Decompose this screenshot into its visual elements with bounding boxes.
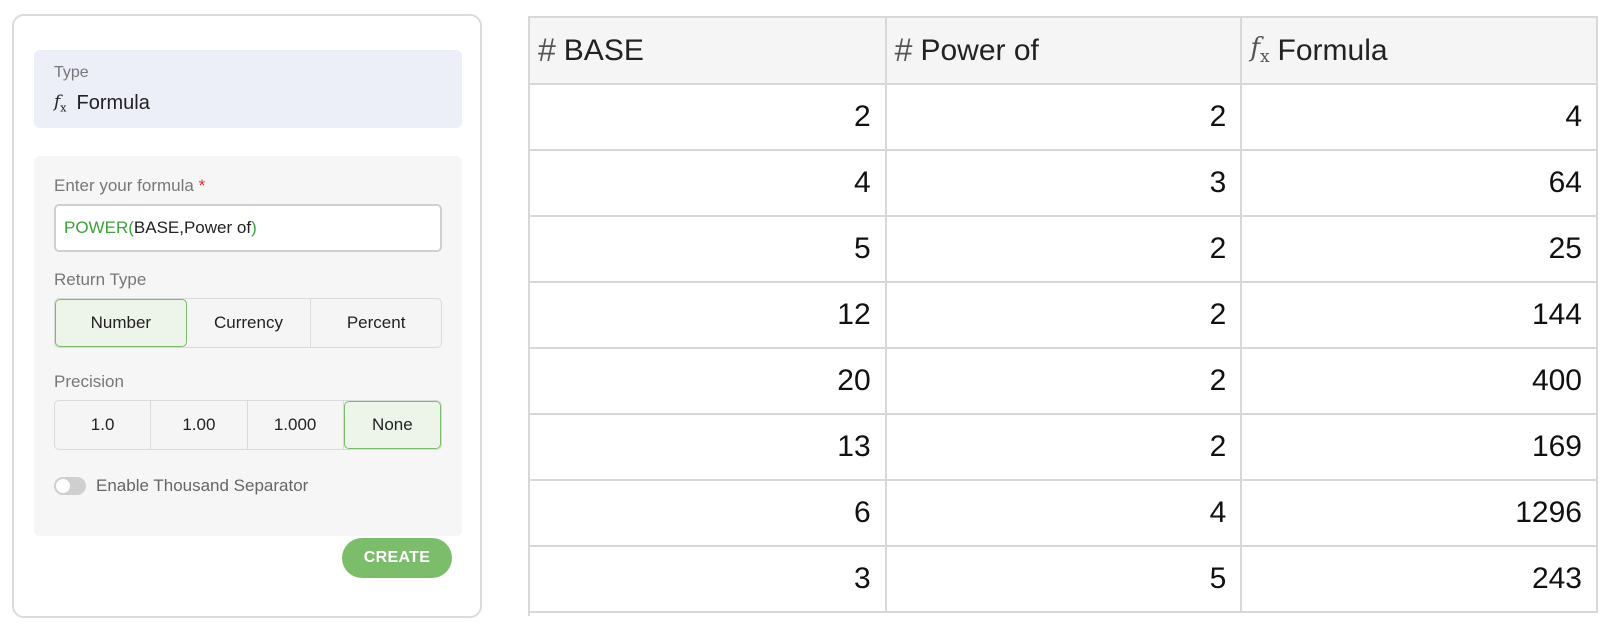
create-button[interactable]: CREATE [342, 538, 452, 578]
precision-none[interactable]: None [343, 401, 441, 449]
table-row: 6 4 1296 [530, 480, 1598, 547]
column-header-label: Formula [1277, 33, 1388, 67]
thousand-separator-label: Enable Thousand Separator [96, 476, 309, 495]
cell-formula[interactable]: 243 [1241, 546, 1598, 613]
cell-base[interactable]: 13 [530, 414, 887, 481]
table-row: 4 3 64 [530, 150, 1598, 217]
cell-base[interactable]: 4 [530, 150, 887, 217]
cell-formula[interactable]: 64 [1241, 150, 1598, 217]
column-header-label: BASE [563, 33, 644, 67]
table-row: 13 2 169 [530, 414, 1598, 481]
cell-base[interactable]: 5 [530, 216, 887, 283]
column-header-formula[interactable]: fx Formula [1241, 18, 1598, 85]
cell-base[interactable]: 6 [530, 480, 887, 547]
thousand-separator-row: Enable Thousand Separator [54, 476, 308, 496]
formula-fn-name: POWER( [64, 218, 134, 237]
cell-formula[interactable]: 400 [1241, 348, 1598, 415]
formula-label-text: Enter your formula [54, 176, 194, 195]
formula-input[interactable]: POWER( BASE,Power of ) [54, 204, 442, 252]
cell-power-of[interactable]: 2 [885, 414, 1243, 481]
cell-power-of[interactable]: 2 [885, 84, 1243, 151]
formula-options: Enter your formula * POWER( BASE,Power o… [34, 156, 462, 536]
precision-1-0[interactable]: 1.0 [55, 401, 152, 449]
type-label: Type [54, 64, 89, 81]
table-row: 2 2 4 [530, 84, 1598, 151]
column-header-label: Power of [920, 33, 1039, 67]
cell-base[interactable]: 20 [530, 348, 887, 415]
formula-icon: fx [1250, 33, 1270, 68]
data-table: # BASE # Power of fx Formula 2 2 4 4 3 6… [530, 18, 1598, 613]
cell-base[interactable]: 2 [530, 84, 887, 151]
required-mark: * [198, 176, 206, 195]
formula-icon: fx [54, 92, 67, 115]
type-selector[interactable]: Type fx Formula [34, 50, 462, 128]
cell-power-of[interactable]: 2 [885, 282, 1243, 349]
hash-icon: # [894, 32, 913, 68]
cell-base[interactable]: 3 [530, 546, 887, 613]
formula-close-paren: ) [251, 218, 257, 237]
precision-group: 1.0 1.00 1.000 None [54, 400, 442, 450]
cell-power-of[interactable]: 4 [885, 480, 1243, 547]
return-type-currency[interactable]: Currency [187, 299, 312, 347]
cell-power-of[interactable]: 3 [885, 150, 1243, 217]
table-row: 3 5 243 [530, 546, 1598, 613]
cell-formula[interactable]: 1296 [1241, 480, 1598, 547]
type-value-text: Formula [76, 92, 150, 114]
table-row: 20 2 400 [530, 348, 1598, 415]
type-value[interactable]: fx Formula [54, 92, 150, 115]
table-row: 12 2 144 [530, 282, 1598, 349]
column-header-power-of[interactable]: # Power of [885, 18, 1243, 85]
header-row: # BASE # Power of fx Formula [530, 18, 1598, 85]
cell-formula[interactable]: 144 [1241, 282, 1598, 349]
thousand-separator-toggle[interactable] [54, 477, 86, 495]
precision-1-00[interactable]: 1.00 [151, 401, 248, 449]
formula-label: Enter your formula * [54, 176, 205, 196]
data-grid: # BASE # Power of fx Formula 2 2 4 4 3 6… [528, 16, 1598, 616]
cell-power-of[interactable]: 5 [885, 546, 1243, 613]
cell-base[interactable]: 12 [530, 282, 887, 349]
precision-1-000[interactable]: 1.000 [248, 401, 344, 449]
return-type-number[interactable]: Number [55, 299, 187, 347]
return-type-group: Number Currency Percent [54, 298, 442, 348]
hash-icon: # [538, 32, 556, 68]
formula-args: BASE,Power of [133, 218, 252, 237]
cell-formula[interactable]: 4 [1241, 84, 1598, 151]
return-type-percent[interactable]: Percent [311, 299, 441, 347]
cell-formula[interactable]: 169 [1241, 414, 1598, 481]
cell-formula[interactable]: 25 [1241, 216, 1598, 283]
table-row: 5 2 25 [530, 216, 1598, 283]
cell-power-of[interactable]: 2 [885, 216, 1243, 283]
return-type-label: Return Type [54, 270, 147, 289]
column-header-base[interactable]: # BASE [530, 18, 887, 85]
field-config-panel: Type fx Formula Enter your formula * POW… [12, 14, 482, 618]
cell-power-of[interactable]: 2 [885, 348, 1243, 415]
precision-label: Precision [54, 372, 124, 391]
